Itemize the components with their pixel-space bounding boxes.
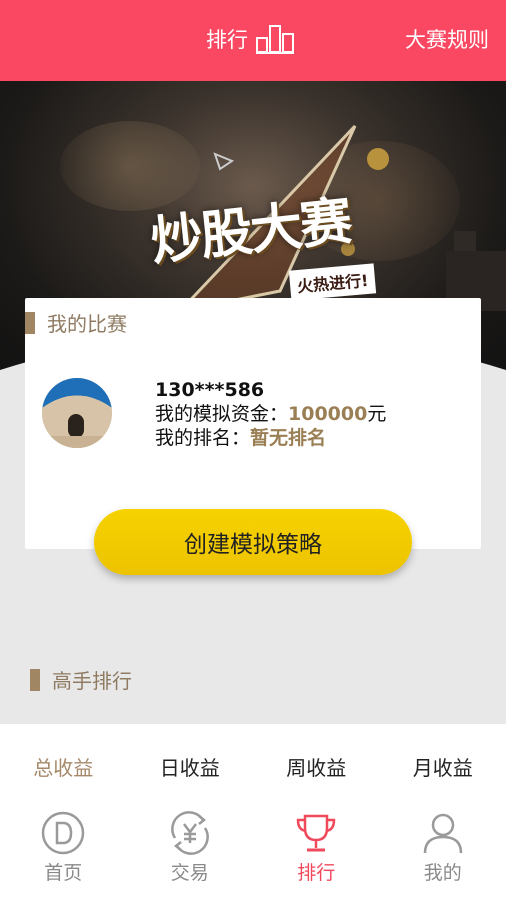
- home-d-icon: [42, 811, 85, 855]
- page-title: 排行: [206, 24, 294, 54]
- section-title: 高手排行: [52, 669, 132, 693]
- section-marker: [30, 668, 40, 691]
- tab-total-earnings[interactable]: 总收益: [0, 724, 127, 804]
- tab-weekly-earnings[interactable]: 周收益: [253, 724, 380, 804]
- rank-label: 我的排名：: [155, 427, 251, 449]
- nav-label: 首页: [44, 862, 83, 884]
- nav-label: 排行: [297, 862, 336, 884]
- tab-monthly-earnings[interactable]: 月收益: [380, 724, 506, 804]
- section-marker: [25, 311, 35, 334]
- nav-label: 交易: [170, 862, 209, 884]
- funds-label: 我的模拟资金：: [155, 403, 289, 425]
- page-title-label: 排行: [206, 28, 248, 52]
- rank-row: 我的排名：暂无排名: [155, 426, 386, 450]
- top-bar: 排行 大赛规则: [0, 0, 506, 81]
- bottom-nav: 首页 交易 排行 我的: [0, 804, 506, 900]
- nav-item-mine[interactable]: 我的: [380, 804, 506, 900]
- funds-row: 我的模拟资金：100000元: [155, 402, 386, 426]
- yuan-cycle-icon: [170, 811, 209, 855]
- funds-value: 100000: [288, 403, 368, 425]
- tab-daily-earnings[interactable]: 日收益: [127, 724, 254, 804]
- bar-chart-icon: [256, 25, 294, 54]
- nav-item-home[interactable]: 首页: [0, 804, 127, 900]
- my-competition-header: 我的比赛: [25, 308, 127, 337]
- rank-value: 暂无排名: [250, 427, 327, 449]
- user-phone: 130***586: [155, 379, 265, 401]
- avatar[interactable]: [42, 378, 112, 448]
- nav-label: 我的: [423, 862, 462, 884]
- earnings-tabs: 总收益 日收益 周收益 月收益: [0, 724, 506, 804]
- trophy-icon: [296, 814, 336, 852]
- user-info: 130***586 我的模拟资金：100000元 我的排名：暂无排名: [155, 378, 386, 450]
- masters-ranking-header: 高手排行: [30, 665, 132, 694]
- section-title: 我的比赛: [47, 312, 127, 336]
- funds-unit: 元: [367, 403, 387, 425]
- nav-item-ranking[interactable]: 排行: [253, 804, 380, 900]
- nav-item-trade[interactable]: 交易: [127, 804, 254, 900]
- rules-link[interactable]: 大赛规则: [405, 24, 489, 54]
- user-icon: [423, 813, 462, 854]
- create-strategy-button[interactable]: 创建模拟策略: [94, 509, 412, 575]
